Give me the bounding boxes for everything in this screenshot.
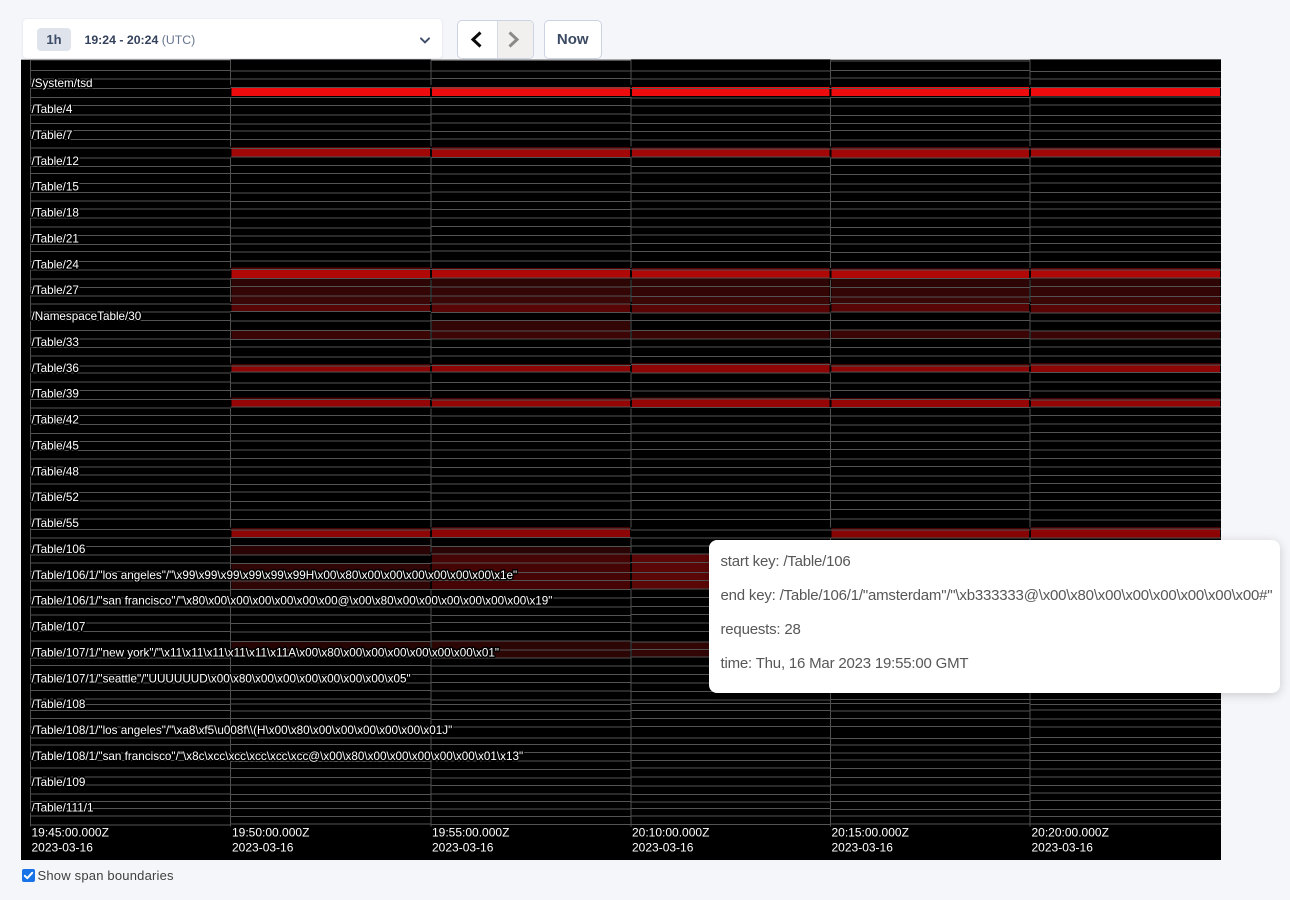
svg-text:/System/tsd: /System/tsd (32, 77, 93, 90)
svg-text:/Table/107: /Table/107 (32, 621, 86, 634)
svg-text:/Table/27: /Table/27 (32, 284, 79, 297)
svg-text:/Table/33: /Table/33 (32, 336, 79, 349)
svg-text:/Table/107/1/"seattle"/"UUUUUU: /Table/107/1/"seattle"/"UUUUUUD\x00\x80\… (32, 672, 411, 685)
svg-text:/Table/7: /Table/7 (32, 129, 73, 142)
svg-text:/Table/48: /Table/48 (32, 465, 79, 478)
svg-text:/Table/107/1/"new york"/"\x11\: /Table/107/1/"new york"/"\x11\x11\x11\x1… (32, 647, 500, 660)
svg-text:/Table/106: /Table/106 (32, 543, 86, 556)
svg-text:/Table/108/1/"san francisco"/": /Table/108/1/"san francisco"/"\x8c\xcc\x… (32, 750, 524, 763)
svg-text:20:15:00.000Z: 20:15:00.000Z (832, 826, 909, 840)
svg-text:2023-03-16: 2023-03-16 (32, 841, 94, 855)
svg-text:/Table/21: /Table/21 (32, 232, 79, 245)
svg-text:/Table/4: /Table/4 (32, 103, 73, 116)
svg-text:/Table/39: /Table/39 (32, 388, 79, 401)
svg-text:/Table/45: /Table/45 (32, 439, 80, 452)
svg-text:19:45:00.000Z: 19:45:00.000Z (32, 826, 109, 840)
svg-text:/Table/106/1/"los angeles"/"\x: /Table/106/1/"los angeles"/"\x99\x99\x99… (32, 569, 518, 582)
svg-text:2023-03-16: 2023-03-16 (232, 841, 294, 855)
svg-text:/Table/12: /Table/12 (32, 155, 79, 168)
svg-text:/Table/111/1: /Table/111/1 (32, 802, 94, 815)
svg-text:/Table/106/1/"san francisco"/": /Table/106/1/"san francisco"/"\x80\x00\x… (32, 595, 553, 608)
svg-text:2023-03-16: 2023-03-16 (832, 841, 894, 855)
svg-text:/Table/42: /Table/42 (32, 414, 79, 427)
svg-text:20:10:00.000Z: 20:10:00.000Z (632, 826, 709, 840)
svg-text:/Table/109: /Table/109 (32, 776, 86, 789)
svg-text:2023-03-16: 2023-03-16 (432, 841, 494, 855)
svg-text:2023-03-16: 2023-03-16 (632, 841, 694, 855)
svg-text:19:55:00.000Z: 19:55:00.000Z (432, 826, 509, 840)
svg-text:/Table/52: /Table/52 (32, 491, 79, 504)
svg-text:/Table/36: /Table/36 (32, 362, 79, 375)
svg-text:20:20:00.000Z: 20:20:00.000Z (1032, 826, 1109, 840)
svg-text:/Table/55: /Table/55 (32, 517, 80, 530)
svg-text:/Table/15: /Table/15 (32, 181, 80, 194)
svg-text:/Table/24: /Table/24 (32, 258, 80, 271)
svg-text:/Table/108/1/"los angeles"/"\x: /Table/108/1/"los angeles"/"\xa8\xf5\u00… (32, 724, 453, 737)
svg-text:/Table/18: /Table/18 (32, 207, 79, 220)
svg-text:2023-03-16: 2023-03-16 (1032, 841, 1094, 855)
svg-text:19:50:00.000Z: 19:50:00.000Z (232, 826, 309, 840)
svg-text:/NamespaceTable/30: /NamespaceTable/30 (32, 310, 142, 323)
svg-text:/Table/108: /Table/108 (32, 698, 86, 711)
